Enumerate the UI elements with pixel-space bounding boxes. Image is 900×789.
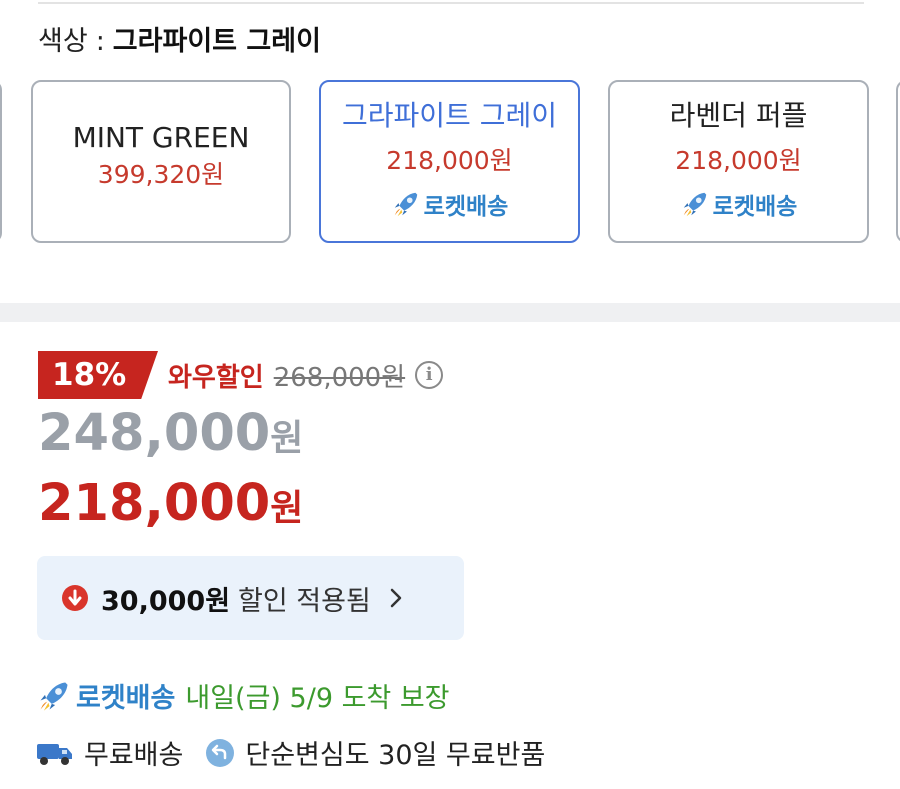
rocket-delivery-label: 로켓배송 [423, 194, 509, 220]
rocket-delivery-label: 로켓배송 [76, 683, 176, 714]
original-price: 268,000원 [273, 362, 406, 393]
chevron-right-icon [390, 588, 402, 608]
wow-discount-label: 와우할인 [168, 362, 264, 393]
info-icon[interactable]: i [415, 361, 444, 389]
color-option-price: 399,320원 [97, 160, 225, 189]
color-option-graphite-gray[interactable]: 그라파이트 그레이 218,000원 로켓배송 [319, 80, 580, 243]
applied-discount-amount: 30,000원 [101, 585, 231, 617]
currency-unit: 원 [270, 488, 304, 529]
return-icon [206, 738, 235, 767]
shipping-info-row: 무료배송 단순변심도 30일 무료반품 [36, 733, 545, 772]
color-label-separator: : [95, 26, 105, 57]
color-option-name: 라벤더 퍼플 [669, 99, 808, 132]
price-before-value: 248,000 [38, 404, 271, 463]
color-option-lavender-purple[interactable]: 라벤더 퍼플 218,000원 로켓배송 [608, 80, 869, 243]
free-shipping-text: 무료배송 [84, 740, 184, 771]
price-before-discount: 248,000원 [38, 404, 303, 463]
rocket-delivery-badge: 로켓배송 [610, 187, 867, 221]
rocket-delivery-badge: 로켓배송 [321, 187, 578, 221]
top-divider [38, 2, 864, 4]
final-price-value: 218,000 [38, 474, 271, 533]
applied-discount-button[interactable]: 30,000원 할인 적용됨 [37, 556, 464, 640]
arrow-down-circle-icon [62, 585, 88, 611]
color-option-price: 218,000원 [675, 146, 802, 175]
color-option-partial-left[interactable] [0, 80, 2, 243]
discount-percent-badge: 18% [38, 351, 158, 399]
delivery-eta: 내일(금) 5/9 도착 보장 [185, 683, 450, 714]
final-price: 218,000원 [38, 474, 303, 533]
truck-icon [37, 743, 72, 765]
currency-unit: 원 [270, 418, 304, 459]
rocket-icon [394, 192, 417, 217]
color-option-mint-green[interactable]: MINT GREEN 399,320원 [31, 80, 291, 243]
color-option-partial-right[interactable] [896, 80, 900, 243]
color-label-text: 색상 [38, 26, 88, 57]
selected-color-value: 그라파이트 그레이 [112, 26, 321, 57]
section-divider [0, 303, 900, 322]
color-option-name: 그라파이트 그레이 [342, 99, 557, 132]
color-option-name: MINT GREEN [72, 121, 250, 154]
free-return-text: 단순변심도 30일 무료반품 [245, 740, 546, 771]
discount-row: 18% 와우할인 268,000원 i [38, 350, 444, 400]
rocket-icon [40, 682, 68, 711]
color-option-price: 218,000원 [386, 146, 513, 175]
rocket-delivery-label: 로켓배송 [712, 194, 798, 220]
delivery-info-row: 로켓배송 내일(금) 5/9 도착 보장 [36, 676, 450, 715]
color-selector-label: 색상: 그라파이트 그레이 [38, 22, 321, 62]
rocket-icon [683, 192, 706, 217]
applied-discount-text: 할인 적용됨 [238, 585, 371, 617]
